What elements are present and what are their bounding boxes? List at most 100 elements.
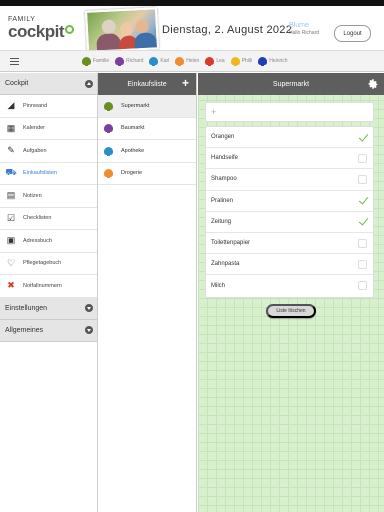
chevron-down-icon bbox=[85, 326, 93, 334]
list-item-label: Baumarkt bbox=[121, 125, 145, 132]
sidebar-item-label: Notizen bbox=[23, 192, 42, 199]
clear-list-button[interactable]: Liste löschen bbox=[266, 304, 316, 318]
member-mascot-icon bbox=[230, 57, 240, 66]
calendar-icon: ▦ bbox=[6, 122, 16, 133]
shopping-lists-panel: Einkaufsliste + Supermarkt Baumarkt Apothe… bbox=[98, 73, 197, 512]
sidebar-section-cockpit[interactable]: Cockpit bbox=[0, 73, 97, 95]
add-item-input[interactable]: + bbox=[205, 102, 374, 122]
sidebar-item-aufgaben[interactable]: ✎ Aufgaben bbox=[0, 140, 97, 163]
sidebar: Cockpit ◢ Pinnwand ▦ Kalender ✎ Aufgaben ⛟ Eink… bbox=[0, 73, 98, 512]
tasks-icon: ✎ bbox=[7, 145, 15, 156]
list-mascot-icon bbox=[104, 124, 113, 134]
unchecked-checkbox[interactable] bbox=[358, 153, 367, 163]
sidebar-item-label: Checklisten bbox=[23, 215, 52, 222]
sidebar-item-einkaufslisten[interactable]: ⛟ Einkaufslisten bbox=[0, 163, 97, 185]
chevron-up-icon bbox=[85, 79, 93, 88]
family-member-bar: Familie Richard Karl Helen Lea Philli Heinrich bbox=[0, 50, 384, 72]
family-member[interactable]: Richard bbox=[115, 57, 144, 66]
member-name: Richard bbox=[126, 58, 144, 64]
pin-icon: ◢ bbox=[7, 100, 15, 111]
unchecked-checkbox[interactable] bbox=[358, 281, 367, 291]
list-item-label: Drogerie bbox=[121, 170, 143, 177]
sidebar-item-label: Aufgaben bbox=[23, 147, 47, 154]
emergency-icon: ✖ bbox=[7, 280, 15, 291]
logout-button[interactable]: Logout bbox=[334, 25, 371, 42]
unchecked-checkbox[interactable] bbox=[358, 238, 367, 248]
family-member[interactable]: Helen bbox=[175, 57, 199, 66]
checklist-icon: ☑ bbox=[6, 212, 16, 223]
checked-checkbox[interactable] bbox=[358, 133, 367, 142]
shopping-item[interactable]: Orangen bbox=[206, 127, 373, 149]
shopping-item[interactable]: Shampoo bbox=[206, 169, 373, 191]
note-icon: ▤ bbox=[6, 190, 16, 201]
lists-title: Einkaufsliste bbox=[127, 80, 167, 88]
shopping-item[interactable]: Pralinen bbox=[206, 191, 373, 212]
sidebar-item-notizen[interactable]: ▤ Notizen bbox=[0, 185, 97, 208]
shopping-item[interactable]: Milch bbox=[206, 275, 373, 296]
member-name: Karl bbox=[160, 58, 170, 64]
list-item-baumarkt[interactable]: Baumarkt bbox=[98, 118, 196, 140]
hamburger-menu-icon[interactable] bbox=[10, 58, 19, 65]
list-detail-panel: Supermarkt + Orangen Handseife Shampoo Pral… bbox=[198, 73, 384, 512]
shopping-item-label: Handseife bbox=[211, 155, 239, 162]
sidebar-section-general[interactable]: Allgemeines bbox=[0, 319, 97, 342]
detail-title: Supermarkt bbox=[272, 80, 310, 88]
list-mascot-icon bbox=[104, 101, 113, 111]
member-mascot-icon bbox=[149, 57, 159, 66]
sidebar-item-pinnwand[interactable]: ◢ Pinnwand bbox=[0, 95, 97, 118]
member-mascot-icon bbox=[115, 57, 125, 66]
user-info: Blume Hallo Richard bbox=[289, 21, 319, 37]
sidebar-section-settings[interactable]: Einstellungen bbox=[0, 297, 97, 320]
member-mascot-icon bbox=[205, 57, 215, 66]
member-name: Familie bbox=[93, 58, 110, 64]
shopping-item[interactable]: Zahnpasta bbox=[206, 254, 373, 276]
list-mascot-icon bbox=[104, 146, 113, 156]
section-cockpit-label: Cockpit bbox=[5, 80, 29, 87]
checked-checkbox[interactable] bbox=[358, 196, 367, 205]
family-member[interactable]: Familie bbox=[82, 57, 110, 66]
sidebar-item-notfallnummern[interactable]: ✖ Notfallnummern bbox=[0, 275, 97, 298]
family-member[interactable]: Karl bbox=[149, 57, 170, 66]
family-members: Familie Richard Karl Helen Lea Philli Heinrich bbox=[82, 57, 288, 66]
gear-icon[interactable] bbox=[367, 78, 379, 90]
list-item-label: Supermarkt bbox=[121, 102, 150, 109]
family-member[interactable]: Lea bbox=[205, 57, 225, 66]
heart-icon: ♡ bbox=[6, 257, 16, 268]
shopping-item-label: Milch bbox=[211, 282, 226, 289]
sidebar-item-label: Einkaufslisten bbox=[23, 170, 57, 177]
family-member[interactable]: Heinrich bbox=[258, 57, 288, 66]
shopping-item-label: Zeitung bbox=[211, 218, 232, 225]
checked-checkbox[interactable] bbox=[358, 217, 367, 226]
shopping-item-label: Shampoo bbox=[211, 176, 237, 183]
member-name: Philli bbox=[241, 58, 253, 64]
cart-icon: ⛟ bbox=[5, 167, 17, 178]
detail-header: Supermarkt bbox=[198, 73, 384, 95]
sidebar-item-label: Adressbuch bbox=[23, 237, 53, 244]
app-logo: FAMILY cockpit bbox=[8, 16, 75, 41]
member-mascot-icon bbox=[258, 57, 268, 66]
sidebar-item-label: Pinnwand bbox=[23, 102, 48, 109]
sidebar-item-adressbuch[interactable]: ▣ Adressbuch bbox=[0, 230, 97, 253]
lists-header: Einkaufsliste + bbox=[98, 73, 196, 95]
sidebar-item-label: Notfallnummern bbox=[23, 282, 62, 289]
list-mascot-icon bbox=[104, 169, 113, 179]
family-member[interactable]: Philli bbox=[230, 57, 253, 66]
user-greeting: Hallo Richard bbox=[289, 30, 320, 37]
shopping-item[interactable]: Toilettenpapier bbox=[206, 233, 373, 255]
chevron-down-icon bbox=[85, 304, 93, 312]
section-settings-label: Einstellungen bbox=[5, 304, 48, 312]
member-mascot-icon bbox=[175, 57, 185, 66]
sidebar-item-checklisten[interactable]: ☑ Checklisten bbox=[0, 208, 97, 230]
unchecked-checkbox[interactable] bbox=[358, 174, 367, 184]
sidebar-item-kalender[interactable]: ▦ Kalender bbox=[0, 118, 97, 140]
add-list-icon[interactable]: + bbox=[182, 77, 189, 89]
unchecked-checkbox[interactable] bbox=[358, 259, 367, 269]
sidebar-item-pflegetagebuch[interactable]: ♡ Pflegetagebuch bbox=[0, 253, 97, 275]
shopping-item[interactable]: Handseife bbox=[206, 148, 373, 170]
list-item-apotheke[interactable]: Apotheke bbox=[98, 140, 196, 163]
shopping-item[interactable]: Zeitung bbox=[206, 212, 373, 233]
list-item-supermarkt[interactable]: Supermarkt bbox=[98, 95, 196, 118]
list-item-drogerie[interactable]: Drogerie bbox=[98, 163, 196, 185]
logo-cockpit-text: cockpit bbox=[8, 22, 75, 41]
family-photo bbox=[84, 7, 160, 53]
